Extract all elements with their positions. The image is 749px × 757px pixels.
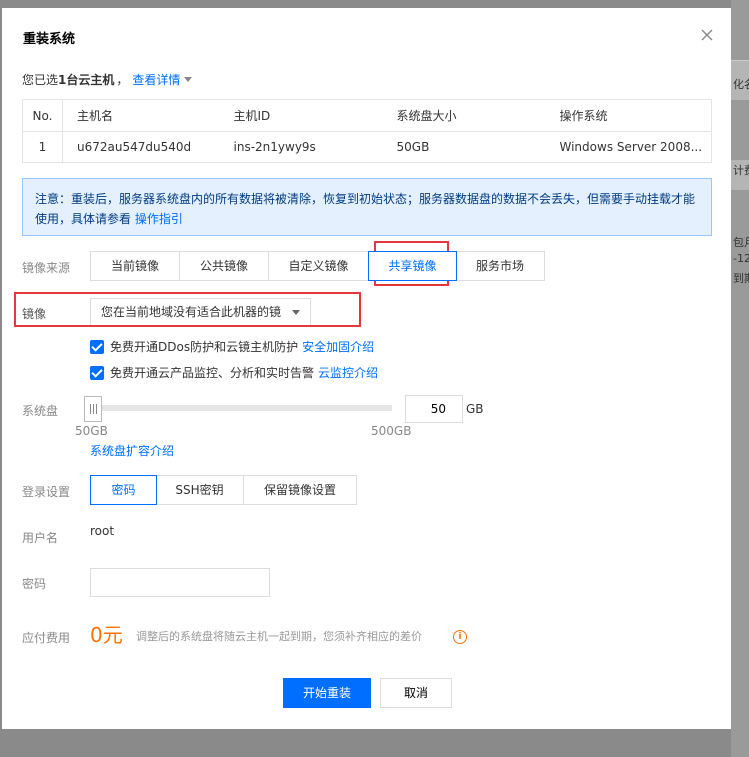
security-hardening-link[interactable]: 安全加固介绍 xyxy=(302,338,374,355)
column-header-disk-size: 系统盘大小 xyxy=(388,99,552,132)
tab-shared-image[interactable]: 共享镜像 xyxy=(368,251,457,281)
cell-hostname: u672au547du540d xyxy=(77,140,192,154)
cell-no: 1 xyxy=(22,131,63,163)
close-icon[interactable] xyxy=(700,28,714,42)
selected-hosts-summary: 您已选 1台云主机 ， 查看详情 xyxy=(22,71,193,88)
image-label: 镜像 xyxy=(22,307,47,321)
host-table: No. 主机名 主机ID 系统盘大小 操作系统 1 u672au547du540… xyxy=(22,99,712,163)
image-select-value: 您在当前地域没有适合此机器的镜 xyxy=(101,305,282,319)
selected-prefix: 您已选 xyxy=(22,73,59,87)
reinstall-system-dialog: 重装系统 您已选 1台云主机 ， 查看详情 No. 主机名 主机ID 系统盘大小… xyxy=(2,8,731,729)
slider-max-label: 500GB xyxy=(371,424,412,438)
operation-guide-link[interactable]: 操作指引 xyxy=(135,212,183,226)
tab-password[interactable]: 密码 xyxy=(90,475,157,505)
chevron-down-icon xyxy=(292,310,300,315)
disk-expansion-link[interactable]: 系统盘扩容介绍 xyxy=(90,442,174,459)
username-label: 用户名 xyxy=(22,531,59,545)
slider-min-label: 50GB xyxy=(75,424,108,438)
cell-os: Windows Server 2008... xyxy=(559,140,703,154)
tab-keep-image-settings[interactable]: 保留镜像设置 xyxy=(244,476,356,504)
tab-service-market[interactable]: 服务市场 xyxy=(456,252,544,280)
system-disk-slider-handle[interactable] xyxy=(84,396,102,422)
system-disk-unit: GB xyxy=(466,402,484,416)
background-text: 计费 xyxy=(733,164,749,177)
tab-custom-image[interactable]: 自定义镜像 xyxy=(269,252,369,280)
column-header-host-id: 主机ID xyxy=(225,99,389,132)
selected-separator: ， xyxy=(116,73,129,87)
column-header-hostname: 主机名 xyxy=(62,99,226,132)
login-settings-label: 登录设置 xyxy=(22,485,71,499)
table-row: 1 u672au547du540d ins-2n1ywy9s 50GB Wind… xyxy=(22,131,712,163)
column-header-no: No. xyxy=(22,99,63,132)
background-text: 包月 xyxy=(733,236,749,249)
tab-ssh-key[interactable]: SSH密钥 xyxy=(156,476,244,504)
selected-count: 1台云主机 xyxy=(58,73,115,87)
monitor-checkbox[interactable] xyxy=(90,365,104,380)
system-disk-slider-track[interactable] xyxy=(90,405,392,411)
image-source-label: 镜像来源 xyxy=(22,261,71,275)
username-value: root xyxy=(90,524,115,538)
tab-current-image[interactable]: 当前镜像 xyxy=(91,252,180,280)
reinstall-notice: 注意：重装后，服务器系统盘内的所有数据将被清除，恢复到初始状态；服务器数据盘的数… xyxy=(22,178,712,236)
view-details-link[interactable]: 查看详情 xyxy=(132,71,180,88)
password-label: 密码 xyxy=(22,577,47,591)
background-text: 化名 xyxy=(733,78,749,91)
fee-label: 应付费用 xyxy=(22,631,71,645)
cell-host-id: ins-2n1ywy9s xyxy=(233,140,316,154)
login-settings-tabs: 密码 SSH密钥 保留镜像设置 xyxy=(90,475,357,505)
background-text: -12- xyxy=(733,252,749,265)
background-page: 化名 计费 包月 -12- 到期 xyxy=(731,0,749,757)
monitor-option-text: 免费开通云产品监控、分析和实时告警 xyxy=(110,366,315,380)
fee-amount: 0元 xyxy=(90,623,123,647)
tab-public-image[interactable]: 公共镜像 xyxy=(180,252,269,280)
password-input[interactable] xyxy=(90,568,270,597)
info-icon[interactable]: i xyxy=(453,630,467,644)
ddos-checkbox[interactable] xyxy=(90,339,104,354)
cell-disk-size: 50GB xyxy=(396,140,430,154)
table-header-row: No. 主机名 主机ID 系统盘大小 操作系统 xyxy=(22,99,712,132)
dialog-title: 重装系统 xyxy=(23,32,76,47)
ddos-option-text: 免费开通DDos防护和云镜主机防护 xyxy=(110,340,299,354)
image-select[interactable]: 您在当前地域没有适合此机器的镜 xyxy=(90,298,311,326)
fee-note: 调整后的系统盘将随云主机一起到期，您须补齐相应的差价 xyxy=(136,630,422,643)
cancel-button[interactable]: 取消 xyxy=(380,678,452,708)
monitor-option: 免费开通云产品监控、分析和实时告警 云监控介绍 xyxy=(90,364,378,381)
image-source-tabs: 当前镜像 公共镜像 自定义镜像 共享镜像 服务市场 xyxy=(90,251,545,281)
cloud-monitor-link[interactable]: 云监控介绍 xyxy=(318,364,378,381)
background-text: 到期 xyxy=(733,272,749,285)
system-disk-label: 系统盘 xyxy=(22,404,59,418)
ddos-option: 免费开通DDos防护和云镜主机防护 安全加固介绍 xyxy=(90,338,374,355)
start-reinstall-button[interactable]: 开始重装 xyxy=(283,678,371,708)
chevron-down-icon[interactable] xyxy=(184,77,193,82)
system-disk-size-input[interactable]: 50 xyxy=(405,395,463,423)
column-header-os: 操作系统 xyxy=(551,99,712,132)
